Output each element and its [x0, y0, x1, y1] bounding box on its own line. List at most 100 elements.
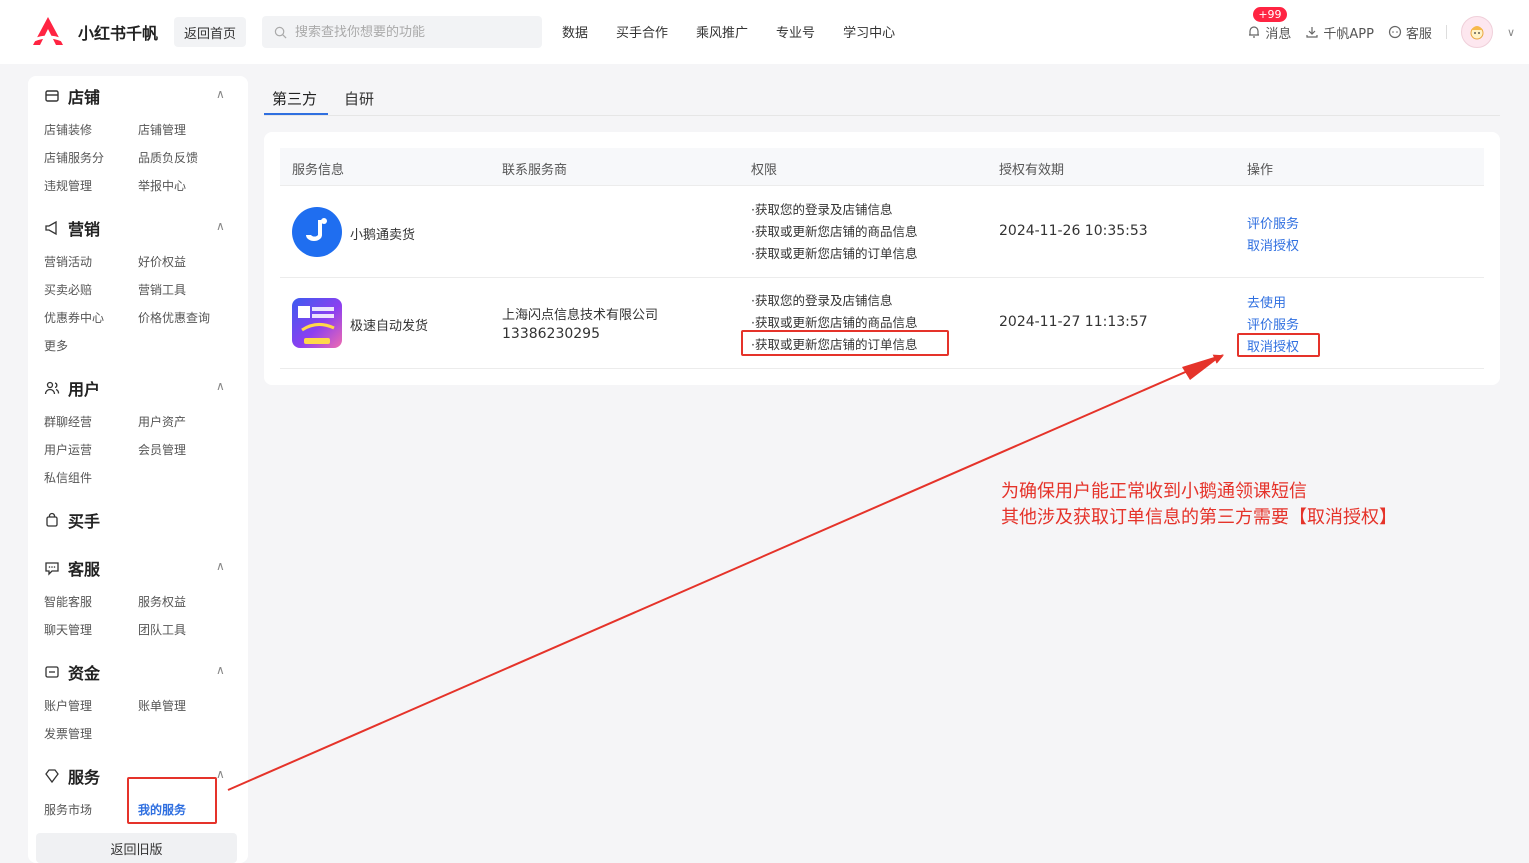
- annotation-line-2: 其他涉及获取订单信息的第三方需要【取消授权】: [1001, 507, 1397, 528]
- annotation-note: 为确保用户能正常收到小鹅通领课短信 其他涉及获取订单信息的第三方需要【取消授权】: [1001, 479, 1397, 531]
- chat-icon: [1388, 25, 1402, 39]
- sidebar-item[interactable]: 聊天管理: [44, 621, 92, 638]
- home-button[interactable]: 返回首页: [174, 17, 246, 47]
- highlight-revoke-button: [1237, 333, 1320, 357]
- chevron-down-icon[interactable]: ∨: [1507, 26, 1515, 39]
- sidebar-item[interactable]: 举报中心: [138, 177, 186, 194]
- sidebar-item[interactable]: 店铺服务分: [44, 149, 104, 166]
- chevron-up-icon[interactable]: ∧: [216, 219, 225, 233]
- sidebar-item[interactable]: 发票管理: [44, 725, 92, 742]
- sidebar-item[interactable]: 好价权益: [138, 253, 186, 270]
- sidebar-item[interactable]: 用户运营: [44, 441, 92, 458]
- sidebar-item[interactable]: 团队工具: [138, 621, 186, 638]
- service-label: 客服: [1405, 26, 1432, 42]
- service-name: 极速自动发货: [350, 319, 429, 334]
- sidebar-group-title[interactable]: 服务: [44, 764, 100, 788]
- sidebar-item[interactable]: 店铺装修: [44, 121, 92, 138]
- highlight-order-permission: [741, 330, 949, 356]
- nav-buyer-cooperation[interactable]: 买手合作: [616, 22, 668, 41]
- column-header: 服务信息: [292, 163, 345, 178]
- service-name: 小鹅通卖货: [350, 228, 416, 243]
- nav-learning-center[interactable]: 学习中心: [843, 22, 895, 41]
- sidebar-item[interactable]: 优惠券中心: [44, 309, 104, 326]
- chevron-up-icon[interactable]: ∧: [216, 559, 225, 573]
- sidebar-item[interactable]: 营销工具: [138, 281, 186, 298]
- messages-badge: +99: [1253, 6, 1287, 22]
- sidebar: 店铺 ∧ 店铺装修 店铺管理 店铺服务分 品质负反馈 违规管理 举报中心 营销 …: [28, 76, 248, 863]
- sidebar-item-service-market[interactable]: 服务市场: [44, 801, 92, 818]
- tab-bar: 第三方 自研: [264, 80, 1500, 116]
- nav-promotion[interactable]: 乘风推广: [696, 22, 748, 41]
- nav-data[interactable]: 数据: [562, 22, 588, 41]
- use-service-link[interactable]: 去使用: [1247, 292, 1286, 311]
- search-box[interactable]: [262, 16, 542, 48]
- top-nav: 数据 买手合作 乘风推广 专业号 学习中心: [562, 22, 895, 41]
- sidebar-item[interactable]: 智能客服: [44, 593, 92, 610]
- top-bar: 小红书千帆 返回首页 数据 买手合作 乘风推广 专业号 学习中心 +99 消息 …: [0, 0, 1529, 64]
- table-header: 服务信息 联系服务商 权限 授权有效期 操作: [280, 148, 1484, 186]
- megaphone-icon: [45, 220, 57, 236]
- store-icon: [45, 90, 59, 102]
- sidebar-group-title[interactable]: 资金: [44, 660, 100, 684]
- expiry-date: 2024-11-26 10:35:53: [999, 223, 1148, 239]
- sidebar-item[interactable]: 营销活动: [44, 253, 92, 270]
- sidebar-item[interactable]: 账单管理: [138, 697, 186, 714]
- back-to-old-version-button[interactable]: 返回旧版: [36, 833, 237, 863]
- provider-phone: 13386230295: [502, 326, 600, 342]
- sidebar-item[interactable]: 违规管理: [44, 177, 92, 194]
- messages-label: 消息: [1265, 26, 1292, 42]
- app-download-button[interactable]: 千帆APP: [1305, 23, 1374, 42]
- sidebar-item[interactable]: 买卖必赔: [44, 281, 92, 298]
- sidebar-item-more[interactable]: 更多: [44, 337, 68, 354]
- chevron-up-icon[interactable]: ∧: [216, 663, 225, 677]
- highlight-my-services: [127, 777, 217, 824]
- brand-name: 小红书千帆: [78, 24, 159, 43]
- revoke-authorization-link[interactable]: 取消授权: [1247, 235, 1299, 254]
- expiry-date: 2024-11-27 11:13:57: [999, 314, 1148, 330]
- sidebar-group-title[interactable]: 营销: [44, 216, 100, 240]
- brand-logo-icon[interactable]: [30, 14, 66, 50]
- avatar-icon: [1470, 26, 1484, 40]
- table-row: 小鹅通卖货 ·获取您的登录及店铺信息 ·获取或更新您店铺的商品信息 ·获取或更新…: [280, 187, 1484, 278]
- tab-third-party[interactable]: 第三方: [272, 88, 317, 109]
- sidebar-item[interactable]: 会员管理: [138, 441, 186, 458]
- chevron-up-icon[interactable]: ∧: [216, 767, 225, 781]
- sidebar-item[interactable]: 品质负反馈: [138, 149, 198, 166]
- sidebar-group-title[interactable]: 买手: [44, 508, 100, 532]
- avatar[interactable]: [1460, 16, 1493, 48]
- messages-button[interactable]: +99 消息: [1247, 6, 1292, 42]
- app-label: 千帆APP: [1323, 26, 1374, 42]
- nav-professional[interactable]: 专业号: [776, 22, 815, 41]
- sidebar-item[interactable]: 店铺管理: [138, 121, 186, 138]
- rate-service-link[interactable]: 评价服务: [1247, 314, 1299, 333]
- jisu-app-icon: [292, 298, 342, 348]
- top-right-tools: +99 消息 千帆APP 客服 ∨: [1247, 0, 1515, 64]
- sidebar-group-title[interactable]: 客服: [44, 556, 100, 580]
- sidebar-item[interactable]: 群聊经营: [44, 413, 92, 430]
- sidebar-group-title[interactable]: 用户: [44, 376, 100, 400]
- bell-icon: [1249, 26, 1260, 38]
- sidebar-item[interactable]: 服务权益: [138, 593, 186, 610]
- column-header: 联系服务商: [502, 163, 568, 178]
- rate-service-link[interactable]: 评价服务: [1247, 213, 1299, 232]
- sidebar-item[interactable]: 用户资产: [138, 413, 186, 430]
- sidebar-item[interactable]: 价格优惠查询: [138, 309, 210, 326]
- active-tab-indicator: [264, 113, 328, 115]
- sidebar-group-title[interactable]: 店铺: [44, 84, 100, 108]
- diamond-icon: [45, 769, 59, 784]
- column-header: 操作: [1247, 163, 1274, 178]
- column-header: 权限: [751, 163, 778, 178]
- divider: [1445, 25, 1447, 39]
- chevron-up-icon[interactable]: ∧: [216, 87, 225, 101]
- sidebar-item[interactable]: 账户管理: [44, 697, 92, 714]
- chevron-up-icon[interactable]: ∧: [216, 379, 225, 393]
- customer-service-button[interactable]: 客服: [1388, 23, 1432, 42]
- provider-name: 上海闪点信息技术有限公司: [502, 308, 659, 323]
- xiaoetong-app-icon: [292, 207, 342, 257]
- bag-icon: [46, 512, 58, 527]
- chat-bubble-icon: [45, 562, 59, 576]
- annotation-line-1: 为确保用户能正常收到小鹅通领课短信: [1001, 481, 1307, 502]
- search-input[interactable]: [295, 24, 525, 40]
- tab-self-developed[interactable]: 自研: [344, 88, 374, 109]
- sidebar-item[interactable]: 私信组件: [44, 469, 92, 486]
